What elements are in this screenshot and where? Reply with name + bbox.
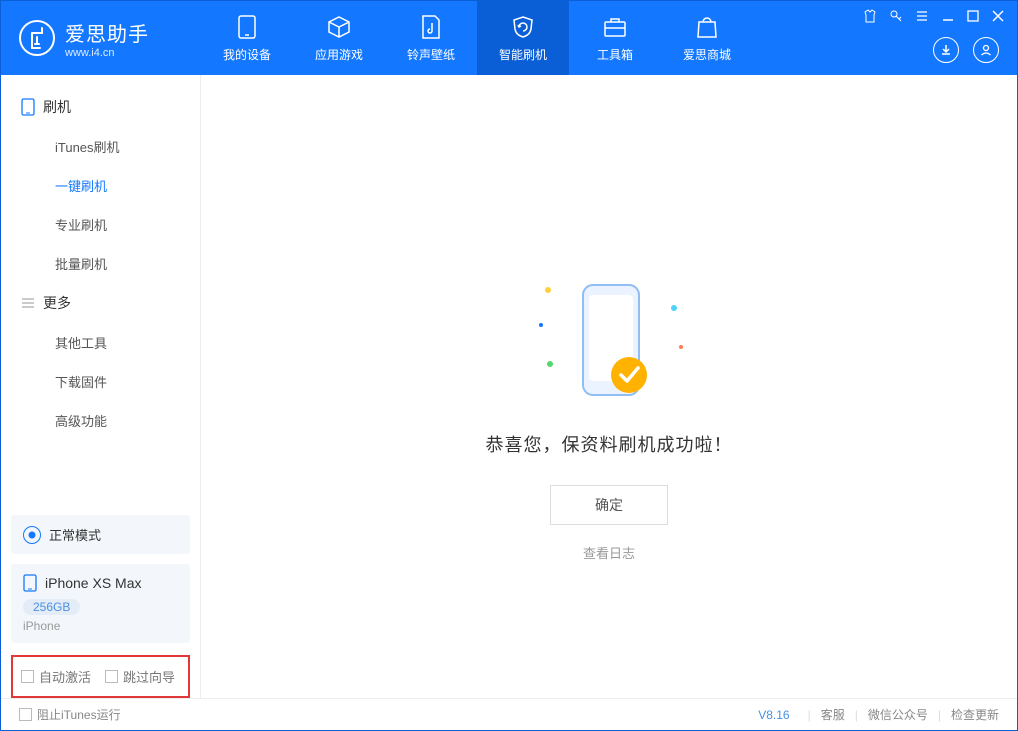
highlighted-checks: 自动激活 跳过向导 [11, 655, 190, 698]
brand-name-en: www.i4.cn [65, 47, 149, 59]
mode-label: 正常模式 [49, 525, 101, 544]
sidebar: 刷机 iTunes刷机 一键刷机 专业刷机 批量刷机 更多 其他工具 下载固件 … [1, 75, 201, 698]
minimize-icon[interactable] [941, 9, 955, 23]
check-update-link[interactable]: 检查更新 [951, 706, 999, 723]
sidebar-group-flash: 刷机 [1, 87, 200, 127]
menu-icon[interactable] [915, 9, 929, 23]
brand-name-cn: 爱思助手 [65, 18, 149, 47]
device-name: iPhone XS Max [45, 575, 142, 591]
toolbox-icon [603, 14, 627, 40]
ok-button[interactable]: 确定 [550, 485, 668, 525]
header: 爱思助手 www.i4.cn 我的设备 应用游戏 铃声壁纸 智能刷机 [1, 1, 1017, 75]
mode-indicator-icon [23, 526, 41, 544]
window-controls [863, 9, 1005, 23]
app-window: 爱思助手 www.i4.cn 我的设备 应用游戏 铃声壁纸 智能刷机 [0, 0, 1018, 731]
skip-guide-checkbox[interactable]: 跳过向导 [105, 667, 175, 686]
nav-my-device[interactable]: 我的设备 [201, 1, 293, 75]
sidebar-item-download-firmware[interactable]: 下载固件 [1, 362, 200, 401]
version-label: V8.16 [758, 708, 789, 722]
device-type: iPhone [23, 619, 178, 633]
logo: 爱思助手 www.i4.cn [1, 1, 201, 75]
phone-icon [238, 14, 256, 40]
close-icon[interactable] [991, 9, 1005, 23]
logo-icon [19, 20, 55, 56]
sidebar-item-pro-flash[interactable]: 专业刷机 [1, 205, 200, 244]
sidebar-item-other-tools[interactable]: 其他工具 [1, 323, 200, 362]
success-illustration [539, 275, 679, 415]
block-itunes-checkbox[interactable]: 阻止iTunes运行 [19, 706, 121, 723]
bag-icon [696, 14, 718, 40]
nav-toolbox[interactable]: 工具箱 [569, 1, 661, 75]
main-content: 恭喜您，保资料刷机成功啦！ 确定 查看日志 [201, 75, 1017, 698]
maximize-icon[interactable] [967, 10, 979, 22]
top-nav: 我的设备 应用游戏 铃声壁纸 智能刷机 工具箱 爱思商城 [201, 1, 753, 75]
success-message: 恭喜您，保资料刷机成功啦！ [486, 431, 733, 457]
music-file-icon [421, 14, 441, 40]
body: 刷机 iTunes刷机 一键刷机 专业刷机 批量刷机 更多 其他工具 下载固件 … [1, 75, 1017, 698]
download-icon[interactable] [933, 37, 959, 63]
device-small-icon [23, 574, 37, 592]
sidebar-item-onekey-flash[interactable]: 一键刷机 [1, 166, 200, 205]
key-icon[interactable] [889, 9, 903, 23]
user-icon[interactable] [973, 37, 999, 63]
support-link[interactable]: 客服 [821, 706, 845, 723]
sidebar-group-more: 更多 [1, 283, 200, 323]
auto-activate-checkbox[interactable]: 自动激活 [21, 667, 91, 686]
refresh-shield-icon [511, 14, 535, 40]
device-box[interactable]: iPhone XS Max 256GB iPhone [11, 564, 190, 643]
nav-ringtones[interactable]: 铃声壁纸 [385, 1, 477, 75]
list-icon [21, 296, 35, 310]
wechat-link[interactable]: 微信公众号 [868, 706, 928, 723]
header-actions [933, 37, 999, 63]
device-small-icon [21, 98, 35, 116]
nav-store[interactable]: 爱思商城 [661, 1, 753, 75]
device-capacity: 256GB [23, 599, 80, 615]
sidebar-item-batch-flash[interactable]: 批量刷机 [1, 244, 200, 283]
footer: 阻止iTunes运行 V8.16 | 客服 | 微信公众号 | 检查更新 [1, 698, 1017, 730]
shirt-icon[interactable] [863, 9, 877, 23]
sidebar-item-advanced[interactable]: 高级功能 [1, 401, 200, 440]
nav-apps[interactable]: 应用游戏 [293, 1, 385, 75]
sidebar-item-itunes-flash[interactable]: iTunes刷机 [1, 127, 200, 166]
nav-smart-flash[interactable]: 智能刷机 [477, 1, 569, 75]
mode-box[interactable]: 正常模式 [11, 515, 190, 554]
view-log-link[interactable]: 查看日志 [583, 543, 635, 562]
cube-icon [327, 14, 351, 40]
